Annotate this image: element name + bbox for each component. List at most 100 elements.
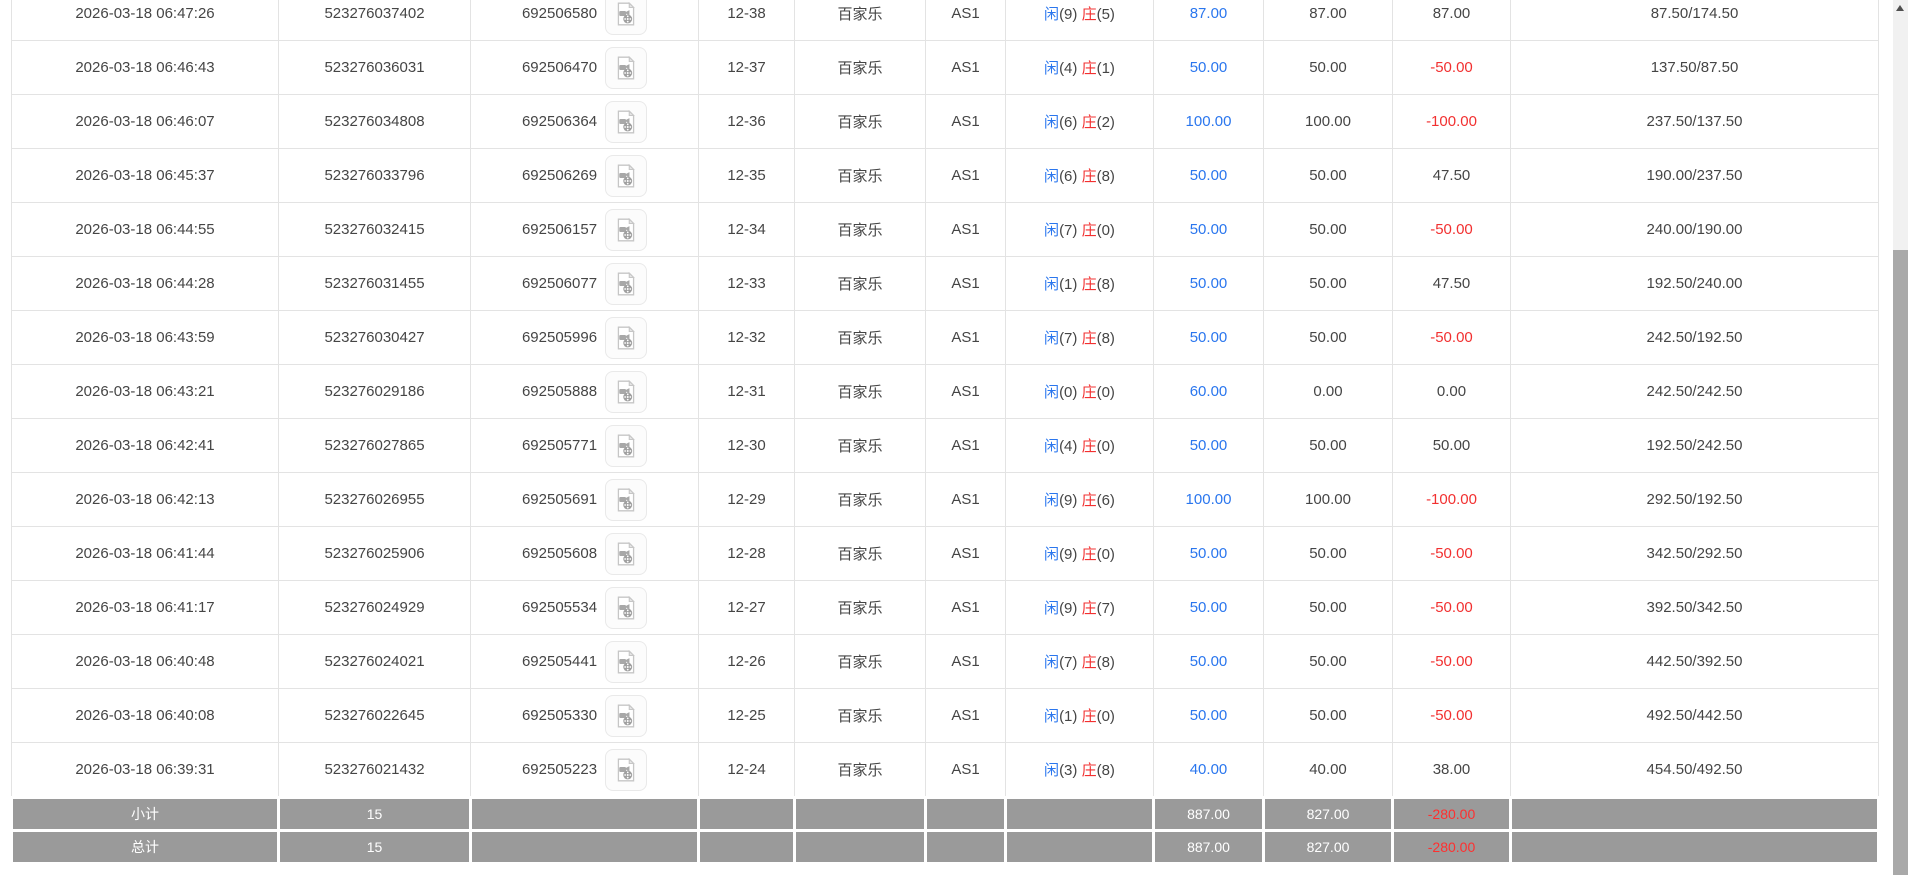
valid-amount-cell: 0.00 [1263, 364, 1393, 419]
game-name-cell: 百家乐 [794, 0, 926, 41]
bet-amount-cell: 50.00 [1153, 418, 1264, 473]
bet-amount-link[interactable]: 60.00 [1190, 383, 1228, 400]
bet-id: 523276031455 [324, 275, 425, 292]
table-name: AS1 [951, 221, 980, 238]
bet-amount-link[interactable]: 50.00 [1190, 221, 1228, 238]
subtotal-count-cell: 15 [277, 796, 472, 832]
round-number: 12-26 [727, 653, 766, 670]
bet-time: 2026-03-18 06:47:26 [75, 5, 215, 22]
balance-value: 240.00/190.00 [1646, 221, 1743, 238]
round-number: 12-32 [727, 329, 766, 346]
bet-id-cell: 523276036031 [278, 40, 471, 95]
video-replay-button[interactable] [605, 100, 648, 143]
time-cell: 2026-03-18 06:44:55 [11, 202, 279, 257]
valid-amount-cell: 50.00 [1263, 256, 1393, 311]
video-replay-button[interactable] [605, 586, 648, 629]
video-icon [617, 757, 635, 781]
bet-amount-cell: 50.00 [1153, 148, 1264, 203]
bet-amount-link[interactable]: 50.00 [1190, 653, 1228, 670]
banker-score: (0) [1096, 438, 1115, 455]
scrollbar-thumb[interactable] [1893, 250, 1908, 875]
game-name: 百家乐 [837, 492, 883, 509]
valid-amount: 50.00 [1309, 437, 1347, 454]
winloss-amount: 47.50 [1432, 275, 1471, 292]
winloss-amount: 0.00 [1436, 383, 1467, 400]
bet-id: 523276037402 [324, 5, 425, 22]
video-replay-button[interactable] [605, 748, 648, 791]
video-replay-button[interactable] [605, 0, 648, 35]
winloss-cell: 50.00 [1392, 418, 1511, 473]
round-number: 12-27 [727, 599, 766, 616]
table-row: 2026-03-18 06:46:07 523276034808 6925063… [11, 94, 1879, 149]
bet-id-cell: 523276027865 [278, 418, 471, 473]
bet-amount-link[interactable]: 87.00 [1190, 5, 1228, 22]
video-replay-button[interactable] [605, 316, 648, 359]
player-score: (0) [1059, 384, 1078, 401]
result-cell: 闲(7) 庄(0) [1005, 202, 1154, 257]
video-replay-button[interactable] [605, 532, 648, 575]
valid-amount: 50.00 [1309, 599, 1347, 616]
round-number: 12-36 [727, 113, 766, 130]
bet-amount-link[interactable]: 50.00 [1190, 275, 1228, 292]
video-replay-button[interactable] [605, 208, 648, 251]
bet-id-cell: 523276030427 [278, 310, 471, 365]
bet-amount-link[interactable]: 100.00 [1186, 113, 1232, 130]
valid-amount-cell: 50.00 [1263, 688, 1393, 743]
game-name-cell: 百家乐 [794, 472, 926, 527]
round-number: 12-24 [727, 761, 766, 778]
game-id-cell: 692505534 [470, 580, 699, 635]
winloss-cell: -50.00 [1392, 202, 1511, 257]
result-cell: 闲(1) 庄(8) [1005, 256, 1154, 311]
bet-id-cell: 523276024929 [278, 580, 471, 635]
video-replay-button[interactable] [605, 46, 648, 89]
bet-time: 2026-03-18 06:46:43 [75, 59, 215, 76]
player-score: (3) [1059, 762, 1078, 779]
game-name: 百家乐 [837, 708, 883, 725]
vertical-scrollbar[interactable] [1893, 0, 1908, 875]
video-replay-button[interactable] [605, 154, 648, 197]
player-score: (9) [1059, 600, 1078, 617]
game-id: 692506269 [521, 167, 598, 184]
table-row: 2026-03-18 06:43:21 523276029186 6925058… [11, 364, 1879, 419]
bet-amount-link[interactable]: 100.00 [1186, 491, 1232, 508]
bet-amount-link[interactable]: 50.00 [1190, 707, 1228, 724]
game-id-cell: 692506364 [470, 94, 699, 149]
bet-amount-link[interactable]: 50.00 [1190, 599, 1228, 616]
banker-label: 庄 [1081, 222, 1097, 239]
video-replay-button[interactable] [605, 478, 648, 521]
bet-time: 2026-03-18 06:40:48 [75, 653, 215, 670]
video-replay-button[interactable] [605, 694, 648, 737]
bet-amount-link[interactable]: 50.00 [1190, 59, 1228, 76]
banker-label: 庄 [1081, 654, 1097, 671]
bet-amount-link[interactable]: 50.00 [1190, 329, 1228, 346]
bet-amount-link[interactable]: 40.00 [1190, 761, 1228, 778]
time-cell: 2026-03-18 06:43:21 [11, 364, 279, 419]
video-replay-button[interactable] [605, 424, 648, 467]
time-cell: 2026-03-18 06:46:07 [11, 94, 279, 149]
banker-label: 庄 [1081, 438, 1097, 455]
video-replay-button[interactable] [605, 640, 648, 683]
video-replay-button[interactable] [605, 370, 648, 413]
bet-amount-cell: 87.00 [1153, 0, 1264, 41]
total-label-cell: 总计 [10, 829, 280, 865]
video-replay-button[interactable] [605, 262, 648, 305]
game-name: 百家乐 [837, 168, 883, 185]
time-cell: 2026-03-18 06:43:59 [11, 310, 279, 365]
round-cell: 12-35 [698, 148, 795, 203]
balance-cell: 342.50/292.50 [1510, 526, 1879, 581]
game-id: 692506470 [521, 59, 598, 76]
bet-time: 2026-03-18 06:44:55 [75, 221, 215, 238]
table-name-cell: AS1 [925, 526, 1006, 581]
bet-time: 2026-03-18 06:41:44 [75, 545, 215, 562]
balance-cell: 192.50/242.50 [1510, 418, 1879, 473]
bet-amount-cell: 50.00 [1153, 526, 1264, 581]
banker-score: (8) [1096, 276, 1115, 293]
table-row: 2026-03-18 06:40:08 523276022645 6925053… [11, 688, 1879, 743]
bet-amount-link[interactable]: 50.00 [1190, 437, 1228, 454]
bet-amount-link[interactable]: 50.00 [1190, 545, 1228, 562]
scroll-up-arrow-icon[interactable] [1896, 5, 1904, 11]
valid-amount: 50.00 [1309, 545, 1347, 562]
bet-amount-link[interactable]: 50.00 [1190, 167, 1228, 184]
balance-value: 242.50/242.50 [1646, 383, 1743, 400]
banker-score: (7) [1096, 600, 1115, 617]
